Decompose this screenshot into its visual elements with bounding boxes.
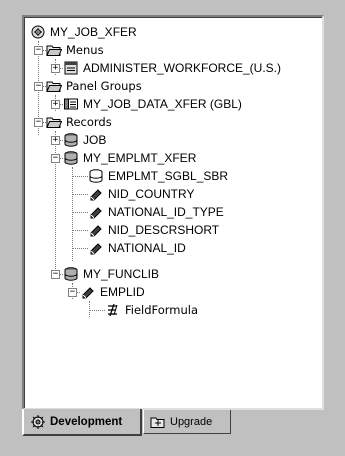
tree-node-emplid[interactable]: EMPLID bbox=[80, 283, 145, 301]
tree-node-label: NID_COUNTRY bbox=[108, 187, 195, 201]
tree-node-label: Records bbox=[66, 115, 112, 129]
tree-node-national-id[interactable]: NATIONAL_ID bbox=[88, 239, 186, 257]
folder-open-icon bbox=[46, 114, 62, 130]
tree-node-menus[interactable]: Menus bbox=[46, 41, 104, 59]
tree-node-label: NATIONAL_ID_TYPE bbox=[108, 205, 224, 219]
field-icon bbox=[88, 240, 104, 256]
development-icon bbox=[30, 414, 46, 430]
folder-open-icon bbox=[46, 42, 62, 58]
record-icon bbox=[63, 266, 79, 282]
record-icon bbox=[63, 150, 79, 166]
tree-node-label: EMPLMT_SGBL_SBR bbox=[108, 169, 229, 183]
tree-node-label: NID_DESCRSHORT bbox=[108, 223, 220, 237]
tree-node-label: NATIONAL_ID bbox=[108, 241, 186, 255]
collapse-icon[interactable]: − bbox=[34, 46, 43, 55]
tree-node-my-job-data-xfer[interactable]: MY_JOB_DATA_XFER (GBL) bbox=[63, 95, 242, 113]
collapse-icon[interactable]: − bbox=[68, 288, 77, 297]
record-icon bbox=[88, 168, 104, 184]
tree-node-label: Menus bbox=[66, 43, 104, 57]
field-icon bbox=[80, 284, 96, 300]
tab-upgrade-label: Upgrade bbox=[170, 415, 213, 428]
collapse-icon[interactable]: − bbox=[34, 118, 43, 127]
tree-node-nid-country[interactable]: NID_COUNTRY bbox=[88, 185, 194, 203]
tree-node-national-id-type[interactable]: NATIONAL_ID_TYPE bbox=[88, 203, 224, 221]
field-icon bbox=[88, 222, 104, 238]
tab-development[interactable]: Development bbox=[22, 409, 142, 436]
upgrade-icon bbox=[150, 414, 166, 430]
tree-node-records[interactable]: Records bbox=[46, 113, 112, 131]
collapse-icon[interactable]: − bbox=[34, 82, 43, 91]
field-icon bbox=[88, 186, 104, 202]
tab-development-label: Development bbox=[50, 415, 123, 428]
panel-group-icon bbox=[63, 96, 79, 112]
expand-icon[interactable]: + bbox=[51, 100, 60, 109]
project-tree[interactable]: MY_JOB_XFER − Menus + ADMINISTER_WORKFOR… bbox=[22, 15, 324, 410]
tree-node-panel-groups[interactable]: Panel Groups bbox=[46, 77, 142, 95]
tree-node-label: FieldFormula bbox=[125, 303, 199, 317]
tree-node-my-funclib[interactable]: MY_FUNCLIB bbox=[63, 265, 159, 283]
tree-node-label: EMPLID bbox=[100, 285, 145, 299]
collapse-icon[interactable]: − bbox=[51, 270, 60, 279]
expand-icon[interactable]: + bbox=[51, 136, 60, 145]
tab-upgrade[interactable]: Upgrade bbox=[143, 410, 231, 434]
record-icon bbox=[63, 132, 79, 148]
tree-node-administer-workforce[interactable]: ADMINISTER_WORKFORCE_(U.S.) bbox=[63, 59, 281, 77]
tree-node-label: MY_EMPLMT_XFER bbox=[83, 151, 197, 165]
field-icon bbox=[88, 204, 104, 220]
project-icon bbox=[30, 24, 46, 40]
tree-node-label: Panel Groups bbox=[66, 79, 142, 93]
tree-node-label: JOB bbox=[83, 133, 107, 147]
tree-node-my-emplmt-xfer[interactable]: MY_EMPLMT_XFER bbox=[63, 149, 196, 167]
tree-node-label: MY_FUNCLIB bbox=[83, 267, 160, 281]
expand-icon[interactable]: + bbox=[51, 64, 60, 73]
tree-node-label: MY_JOB_XFER bbox=[50, 25, 137, 39]
peoplecode-icon bbox=[105, 302, 121, 318]
menu-icon bbox=[63, 60, 79, 76]
tree-node-emplmt-sgbl-sbr[interactable]: EMPLMT_SGBL_SBR bbox=[88, 167, 228, 185]
tree-node-label: MY_JOB_DATA_XFER (GBL) bbox=[83, 97, 242, 111]
workspace-tabs: Development Upgrade bbox=[18, 409, 324, 438]
tree-node-label: ADMINISTER_WORKFORCE_(U.S.) bbox=[83, 61, 282, 75]
tree-node-job[interactable]: JOB bbox=[63, 131, 106, 149]
collapse-icon[interactable]: − bbox=[51, 154, 60, 163]
tree-node-field-formula[interactable]: FieldFormula bbox=[105, 301, 198, 319]
tree-node-nid-descrshort[interactable]: NID_DESCRSHORT bbox=[88, 221, 219, 239]
tree-node-root[interactable]: MY_JOB_XFER bbox=[30, 23, 137, 41]
folder-open-icon bbox=[46, 78, 62, 94]
